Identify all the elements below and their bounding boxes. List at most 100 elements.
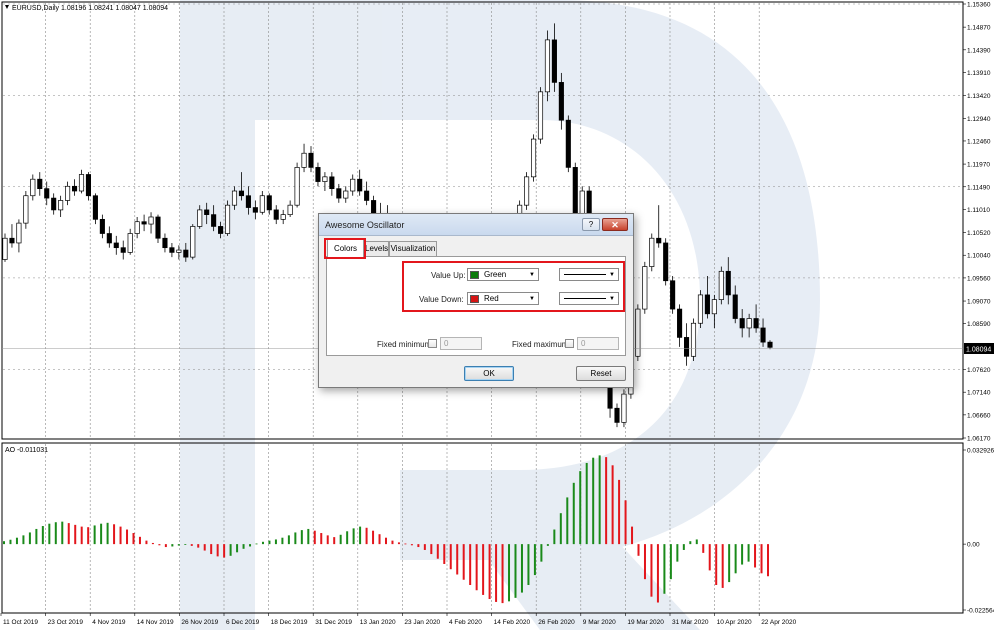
date-tick-label: 31 Mar 2020 — [672, 619, 709, 626]
ao-bar — [728, 544, 731, 583]
ao-bar — [197, 544, 200, 548]
ao-bar — [430, 544, 433, 555]
candle-body — [71, 185, 78, 192]
ao-bar — [223, 544, 226, 558]
date-tick-label: 23 Oct 2019 — [48, 619, 84, 626]
candle-body — [322, 176, 328, 182]
candle-body — [760, 327, 766, 343]
price-tick-label: 1.09070 — [967, 299, 991, 306]
candle-body — [544, 39, 551, 93]
fixed-maximum-label: Fixed maximum — [512, 340, 569, 349]
fixed-maximum-input[interactable]: 0 — [577, 337, 619, 350]
candle-body — [315, 167, 321, 182]
date-tick-label: 22 Apr 2020 — [761, 619, 796, 626]
fixed-minimum-input[interactable]: 0 — [440, 337, 482, 350]
ao-bar — [242, 544, 245, 549]
candle-body — [280, 214, 286, 220]
date-tick-label: 26 Nov 2019 — [181, 619, 218, 626]
ao-bar — [171, 544, 174, 547]
candle-body — [294, 167, 300, 206]
price-tick-label: 1.09560 — [967, 275, 991, 282]
ok-button[interactable]: OK — [464, 366, 514, 381]
tab-levels[interactable]: Levels — [364, 241, 389, 256]
candle-body — [558, 82, 564, 121]
candle-body — [343, 190, 349, 199]
ao-bar — [669, 544, 672, 580]
tab-visualization[interactable]: Visualization — [389, 241, 437, 256]
reset-button[interactable]: Reset — [576, 366, 626, 381]
candle-body — [273, 209, 279, 220]
candle-body — [127, 233, 133, 253]
ao-bar — [598, 455, 601, 545]
candle-body — [697, 294, 704, 324]
ao-bar — [456, 544, 459, 575]
ao-bar — [190, 544, 193, 546]
ao-bar — [158, 544, 161, 546]
price-tick-label: 1.11490 — [967, 184, 990, 191]
candle-body — [725, 270, 731, 296]
candle-body — [78, 174, 85, 192]
price-tick-label: 1.12460 — [967, 138, 991, 145]
ao-bar — [566, 497, 569, 545]
ao-bar — [100, 523, 103, 545]
ao-bar — [520, 544, 523, 593]
ao-bar — [443, 544, 446, 564]
fixed-maximum-checkbox[interactable] — [565, 339, 574, 348]
ao-bar — [184, 544, 187, 545]
date-tick-label: 19 Mar 2020 — [627, 619, 664, 626]
ao-bar — [359, 526, 362, 545]
ao-bar — [87, 527, 90, 545]
candle-body — [683, 337, 690, 357]
awesome-oscillator-dialog[interactable]: Awesome Oscillator ? ✕ Levels Visualizat… — [318, 213, 634, 388]
candle-body — [134, 221, 140, 234]
candle-body — [739, 318, 745, 329]
fixed-minimum-checkbox[interactable] — [428, 339, 437, 348]
candle-body — [649, 237, 655, 267]
candle-body — [218, 226, 224, 234]
candle-body — [614, 407, 620, 423]
ao-bar — [391, 540, 394, 545]
symbol-arrow-icon — [5, 5, 9, 9]
ao-bar — [249, 544, 252, 547]
ao-bar — [605, 457, 608, 545]
candle-body — [579, 190, 585, 215]
candle-body — [85, 174, 92, 197]
ao-bar — [397, 542, 400, 545]
ao-bar — [514, 544, 517, 598]
ao-bar — [372, 530, 375, 545]
ao-bar — [22, 535, 25, 545]
price-tick-label: 1.08590 — [967, 321, 991, 328]
ao-bar — [138, 536, 141, 545]
ao-bar — [747, 544, 750, 562]
ao-bar — [281, 537, 284, 545]
current-price-label: 1.08094 — [966, 347, 991, 354]
date-tick-label: 11 Oct 2019 — [3, 619, 38, 626]
price-tick-label: 1.07620 — [967, 367, 991, 374]
candle-body — [238, 190, 245, 197]
candle-body — [565, 119, 571, 168]
candle-body — [148, 216, 154, 225]
candle-body — [162, 237, 168, 249]
ao-bar — [326, 535, 329, 545]
ao-bar — [482, 544, 485, 595]
ao-bar — [734, 544, 737, 574]
ao-bar — [339, 534, 342, 545]
symbol-info: EURUSD,Daily 1.08196 1.08241 1.08047 1.0… — [12, 5, 168, 12]
help-button[interactable]: ? — [582, 218, 600, 231]
candle-body — [530, 138, 537, 178]
ao-bar — [41, 526, 44, 545]
ao-bar — [3, 541, 5, 545]
dialog-title-bar[interactable]: Awesome Oscillator ? ✕ — [319, 214, 633, 236]
ao-info: AO -0.011031 — [5, 447, 48, 454]
candle-body — [364, 190, 370, 201]
candle-body — [44, 188, 50, 199]
candle-body — [670, 280, 676, 310]
candle-body — [245, 195, 251, 208]
ao-bar — [365, 527, 368, 545]
candle-body — [204, 209, 210, 215]
date-tick-label: 14 Nov 2019 — [137, 619, 174, 626]
ao-bar — [35, 528, 38, 545]
candle-body — [336, 188, 342, 199]
close-button[interactable]: ✕ — [602, 218, 628, 231]
ao-bar — [741, 544, 744, 565]
